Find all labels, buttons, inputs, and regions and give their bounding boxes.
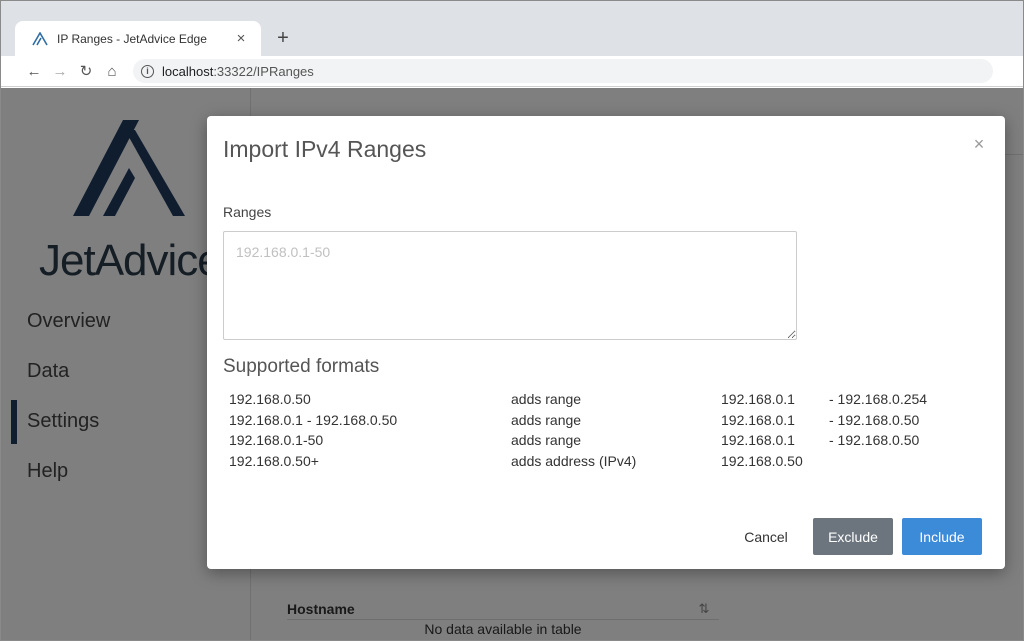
dialog-title: Import IPv4 Ranges [223,136,427,162]
format-input: 192.168.0.50 [229,391,311,407]
url-text: localhost:33322/IPRanges [162,63,314,79]
home-icon[interactable]: ⌂ [99,63,125,80]
exclude-button[interactable]: Exclude [813,518,893,555]
forward-icon[interactable]: → [47,63,73,80]
format-input: 192.168.0.1 - 192.168.0.50 [229,411,398,428]
tab-strip: IP Ranges - JetAdvice Edge × + [1,1,1023,56]
tab-close-icon[interactable]: × [231,30,251,47]
format-action: adds range [511,432,582,448]
format-input: 192.168.0.50+ [229,452,319,469]
address-bar[interactable]: i localhost:33322/IPRanges [133,59,993,83]
format-from: 192.168.0.1 [721,411,795,428]
import-ranges-dialog: Import IPv4 Ranges × Ranges Supported fo… [207,116,1005,569]
supported-formats-title: Supported formats [223,356,380,377]
format-to: - 192.168.0.254 [829,391,928,407]
format-row: 192.168.0.1-50 adds range 192.168.0.1 - … [229,432,969,453]
browser-window: IP Ranges - JetAdvice Edge × + ← → ↻ ⌂ i… [0,0,1024,641]
format-input: 192.168.0.1-50 [229,432,324,448]
tab-title: IP Ranges - JetAdvice Edge [57,31,207,46]
formats-list: 192.168.0.50 adds range 192.168.0.1 - 19… [229,391,969,473]
format-from: 192.168.0.50 [721,452,803,469]
reload-icon[interactable]: ↻ [73,62,99,80]
ranges-label: Ranges [223,204,272,220]
info-icon[interactable]: i [141,64,154,78]
format-action: adds address (IPv4) [511,452,637,469]
format-action: adds range [511,391,582,407]
back-icon[interactable]: ← [21,63,47,80]
ranges-input[interactable] [223,231,797,340]
format-action: adds range [511,411,582,428]
format-to: - 192.168.0.50 [829,411,920,428]
format-row: 192.168.0.50+ adds address (IPv4) 192.16… [229,453,969,474]
cancel-button[interactable]: Cancel [729,518,803,555]
jetadvice-logo-icon [32,31,48,45]
browser-tab[interactable]: IP Ranges - JetAdvice Edge × [15,21,261,56]
format-row: 192.168.0.50 adds range 192.168.0.1 - 19… [229,391,969,412]
format-row: 192.168.0.1 - 192.168.0.50 adds range 19… [229,412,969,433]
format-from: 192.168.0.1 [721,391,795,407]
format-to: - 192.168.0.50 [829,432,920,448]
include-button[interactable]: Include [902,518,982,555]
browser-toolbar: ← → ↻ ⌂ i localhost:33322/IPRanges [1,56,1023,87]
close-icon[interactable]: × [969,134,989,155]
new-tab-button[interactable]: + [271,27,295,49]
format-from: 192.168.0.1 [721,432,795,448]
